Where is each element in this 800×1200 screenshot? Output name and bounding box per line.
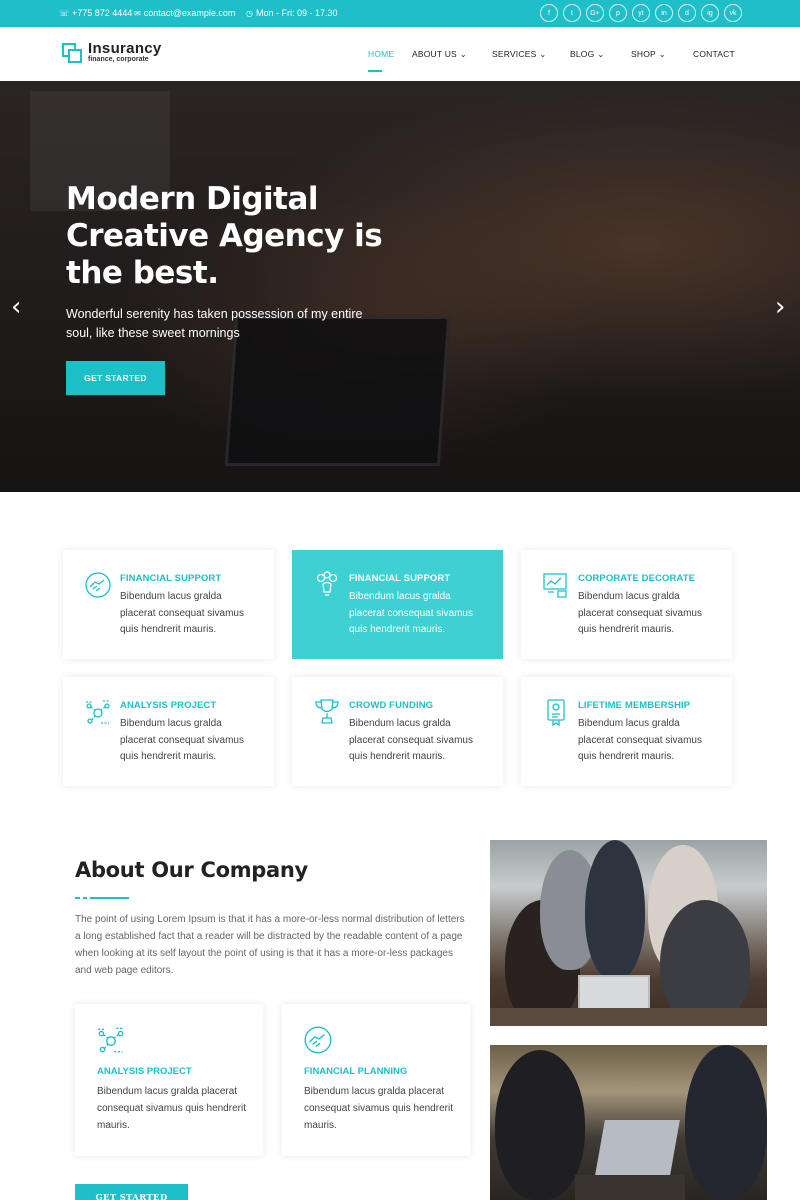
service-title: CORPORATE DECORATE bbox=[578, 573, 696, 584]
get-started-button[interactable]: GET STARTED bbox=[66, 361, 165, 395]
title-underline-dot bbox=[75, 897, 80, 899]
team-meeting-photo bbox=[490, 840, 767, 1026]
youtube-icon[interactable]: yt bbox=[632, 4, 650, 22]
nav-item-services[interactable]: SERVICES ⌄ bbox=[492, 49, 546, 59]
presentation-board-icon bbox=[543, 573, 567, 598]
service-card-active[interactable]: FINANCIAL SUPPORT Bibendum lacus gralda … bbox=[292, 550, 503, 659]
instagram-icon[interactable]: ig bbox=[701, 4, 719, 22]
member-card-icon bbox=[547, 699, 565, 727]
twitter-icon[interactable]: t bbox=[563, 4, 581, 22]
chevron-down-icon: ⌄ bbox=[459, 50, 467, 59]
chevron-down-icon: ⌄ bbox=[539, 50, 547, 59]
feature-card[interactable]: FINANCIAL PLANNING Bibendum lacus gralda… bbox=[282, 1004, 470, 1156]
hero-title: Modern Digital Creative Agency is the be… bbox=[66, 181, 383, 291]
service-title: FINANCIAL SUPPORT bbox=[349, 573, 451, 584]
phone-contact[interactable]: ☏ +775 872 4444 bbox=[59, 8, 132, 18]
opening-hours: Mon - Fri: 09 - 17.30 bbox=[255, 8, 338, 18]
feature-description: Bibendum lacus gralda placerat consequat… bbox=[304, 1086, 453, 1131]
feature-card[interactable]: ANALYSIS PROJECT Bibendum lacus gralda p… bbox=[75, 1004, 263, 1156]
network-analysis-icon bbox=[98, 1027, 124, 1053]
vk-icon[interactable]: vk bbox=[724, 4, 742, 22]
service-title: LIFETIME MEMBERSHIP bbox=[578, 700, 691, 711]
facebook-icon[interactable]: f bbox=[540, 4, 558, 22]
clock-icon: ◷ bbox=[246, 8, 253, 18]
nav-item-shop[interactable]: SHOP ⌄ bbox=[631, 49, 666, 59]
envelope-icon: ✉ bbox=[134, 8, 141, 18]
linkedin-icon[interactable]: in bbox=[655, 4, 673, 22]
about-text: The point of using Lorem Ipsum is that i… bbox=[75, 914, 465, 976]
site-header: Insurancy finance, corporate HOME ABOUT … bbox=[0, 27, 800, 81]
service-description: Bibendum lacus gralda placerat consequat… bbox=[120, 718, 244, 762]
service-card[interactable]: CORPORATE DECORATE Bibendum lacus gralda… bbox=[521, 550, 732, 659]
email-contact[interactable]: ✉ contact@example.com bbox=[134, 8, 235, 18]
business-discussion-photo bbox=[490, 1045, 767, 1200]
service-card[interactable]: CROWD FUNDING Bibendum lacus gralda plac… bbox=[292, 677, 503, 786]
feature-title: FINANCIAL PLANNING bbox=[304, 1066, 408, 1077]
google-plus-icon[interactable]: G+ bbox=[586, 4, 604, 22]
service-title: CROWD FUNDING bbox=[349, 700, 434, 711]
network-analysis-icon bbox=[86, 700, 110, 724]
service-description: Bibendum lacus gralda placerat consequat… bbox=[578, 718, 702, 762]
hero-subtitle: Wonderful serenity has taken possession … bbox=[66, 307, 363, 340]
chevron-left-icon[interactable]: ‹ bbox=[11, 294, 21, 320]
handshake-icon bbox=[85, 572, 111, 598]
service-card[interactable]: ANALYSIS PROJECT Bibendum lacus gralda p… bbox=[63, 677, 274, 786]
service-title: ANALYSIS PROJECT bbox=[120, 700, 217, 711]
nav-item-contact[interactable]: CONTACT bbox=[693, 49, 735, 59]
feature-title: ANALYSIS PROJECT bbox=[97, 1066, 192, 1077]
feature-description: Bibendum lacus gralda placerat consequat… bbox=[97, 1086, 246, 1131]
hours-info: ◷ Mon - Fri: 09 - 17.30 bbox=[246, 8, 338, 18]
handshake-icon bbox=[304, 1026, 332, 1054]
phone-number: +775 872 4444 bbox=[72, 8, 133, 18]
chevron-right-icon[interactable]: › bbox=[775, 294, 785, 320]
service-description: Bibendum lacus gralda placerat consequat… bbox=[578, 591, 702, 635]
idea-people-icon bbox=[316, 571, 338, 596]
service-card[interactable]: LIFETIME MEMBERSHIP Bibendum lacus grald… bbox=[521, 677, 732, 786]
nav-item-about-us[interactable]: ABOUT US ⌄ bbox=[412, 49, 467, 59]
nav-item-blog[interactable]: BLOG ⌄ bbox=[570, 49, 604, 59]
top-bar: ☏ +775 872 4444 ✉ contact@example.com ◷ … bbox=[0, 0, 800, 27]
chevron-down-icon: ⌄ bbox=[597, 50, 605, 59]
about-get-started-button[interactable]: GET STARTED bbox=[75, 1184, 188, 1200]
phone-icon: ☏ bbox=[59, 8, 70, 18]
hero-slider: ‹ › Modern Digital Creative Agency is th… bbox=[0, 81, 800, 492]
chevron-down-icon: ⌄ bbox=[658, 50, 666, 59]
about-title: About Our Company bbox=[75, 858, 308, 882]
trophy-icon bbox=[315, 699, 339, 724]
main-nav: HOME ABOUT US ⌄ SERVICES ⌄ BLOG ⌄ SHOP ⌄ CON… bbox=[0, 49, 800, 69]
service-title: FINANCIAL SUPPORT bbox=[120, 573, 222, 584]
service-description: Bibendum lacus gralda placerat consequat… bbox=[349, 591, 473, 635]
title-underline bbox=[90, 897, 129, 899]
service-description: Bibendum lacus gralda placerat consequat… bbox=[349, 718, 473, 762]
social-links: f t G+ p yt in d ig vk bbox=[540, 4, 742, 22]
title-underline-dot bbox=[83, 897, 87, 899]
email-address: contact@example.com bbox=[143, 8, 236, 18]
service-card[interactable]: FINANCIAL SUPPORT Bibendum lacus gralda … bbox=[63, 550, 274, 659]
nav-item-home[interactable]: HOME bbox=[368, 49, 394, 59]
pinterest-icon[interactable]: p bbox=[609, 4, 627, 22]
dribbble-icon[interactable]: d bbox=[678, 4, 696, 22]
active-nav-indicator bbox=[368, 70, 382, 72]
service-description: Bibendum lacus gralda placerat consequat… bbox=[120, 591, 244, 635]
